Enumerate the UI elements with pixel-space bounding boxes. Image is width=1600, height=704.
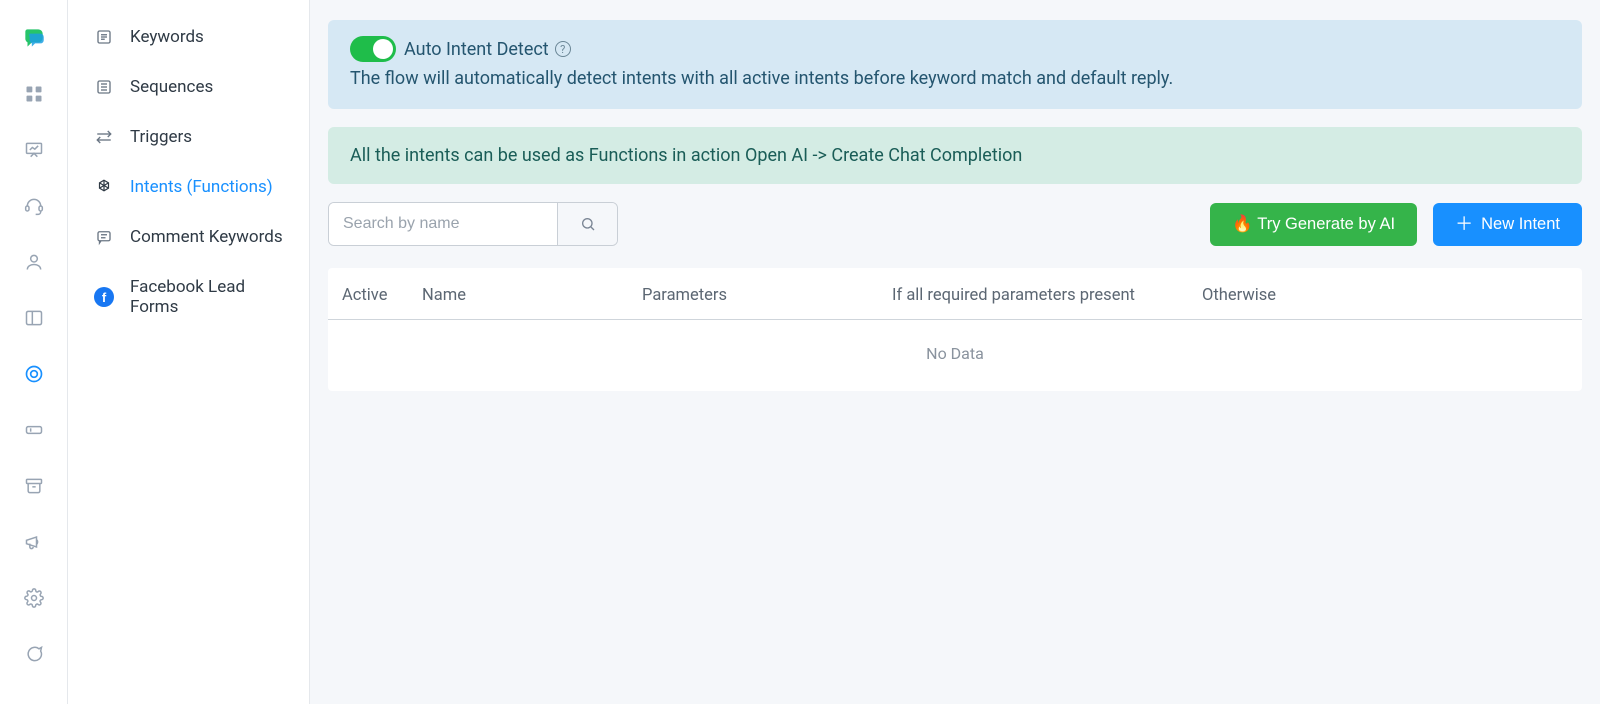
sidebar-item-label: Sequences: [130, 77, 213, 97]
sequence-icon: [94, 77, 114, 97]
app-logo-icon[interactable]: [14, 18, 54, 58]
auto-intent-description: The flow will automatically detect inten…: [350, 68, 1560, 89]
auto-intent-toggle-label: Auto Intent Detect: [404, 39, 549, 60]
col-header-active: Active: [342, 286, 422, 305]
search-input[interactable]: [329, 203, 557, 245]
rail-chat-icon[interactable]: [14, 634, 54, 674]
sub-sidebar: Keywords Sequences Triggers Intents (Fun…: [68, 0, 310, 704]
facebook-icon: f: [94, 287, 114, 307]
rail-megaphone-icon[interactable]: [14, 522, 54, 562]
list-icon: [94, 27, 114, 47]
rail-archive-icon[interactable]: [14, 466, 54, 506]
auto-intent-toggle[interactable]: [350, 36, 396, 62]
sidebar-item-sequences[interactable]: Sequences: [68, 62, 309, 112]
col-header-if-all: If all required parameters present: [892, 286, 1202, 305]
auto-intent-banner: Auto Intent Detect ? The flow will autom…: [328, 20, 1582, 109]
table-empty-state: No Data: [328, 320, 1582, 391]
rail-layout-icon[interactable]: [14, 298, 54, 338]
col-header-name: Name: [422, 286, 642, 305]
rail-settings-icon[interactable]: [14, 578, 54, 618]
new-intent-label: New Intent: [1481, 215, 1560, 234]
col-header-otherwise: Otherwise: [1202, 286, 1568, 305]
openai-icon: [94, 177, 114, 197]
sidebar-item-label: Triggers: [130, 127, 192, 147]
intents-table: Active Name Parameters If all required p…: [328, 268, 1582, 391]
sidebar-item-keywords[interactable]: Keywords: [68, 12, 309, 62]
icon-rail: [0, 0, 68, 704]
rail-presentation-icon[interactable]: [14, 130, 54, 170]
rail-automation-icon[interactable]: [14, 354, 54, 394]
help-icon[interactable]: ?: [555, 41, 571, 57]
sidebar-item-label: Keywords: [130, 27, 204, 47]
sidebar-item-triggers[interactable]: Triggers: [68, 112, 309, 162]
rail-field-icon[interactable]: [14, 410, 54, 450]
sidebar-item-label: Comment Keywords: [130, 227, 283, 247]
plus-icon: ＋: [1455, 215, 1473, 233]
sidebar-item-intents[interactable]: Intents (Functions): [68, 162, 309, 212]
search-button[interactable]: [557, 203, 617, 245]
toolbar: 🔥 Try Generate by AI ＋ New Intent: [328, 202, 1582, 246]
rail-user-icon[interactable]: [14, 242, 54, 282]
info-banner-text: All the intents can be used as Functions…: [350, 145, 1022, 166]
table-header-row: Active Name Parameters If all required p…: [328, 268, 1582, 320]
rail-support-icon[interactable]: [14, 186, 54, 226]
main-content: Auto Intent Detect ? The flow will autom…: [310, 0, 1600, 704]
sidebar-item-label: Intents (Functions): [130, 177, 273, 197]
col-header-parameters: Parameters: [642, 286, 892, 305]
comment-icon: [94, 227, 114, 247]
new-intent-button[interactable]: ＋ New Intent: [1433, 203, 1582, 246]
try-generate-ai-button[interactable]: 🔥 Try Generate by AI: [1210, 203, 1417, 246]
info-banner: All the intents can be used as Functions…: [328, 127, 1582, 184]
sidebar-item-facebook-lead-forms[interactable]: f Facebook Lead Forms: [68, 262, 309, 332]
search-wrap: [328, 202, 618, 246]
trigger-icon: [94, 127, 114, 147]
sidebar-item-label: Facebook Lead Forms: [130, 277, 289, 317]
sidebar-item-comment-keywords[interactable]: Comment Keywords: [68, 212, 309, 262]
try-generate-ai-label: 🔥 Try Generate by AI: [1232, 215, 1395, 234]
rail-dashboard-icon[interactable]: [14, 74, 54, 114]
